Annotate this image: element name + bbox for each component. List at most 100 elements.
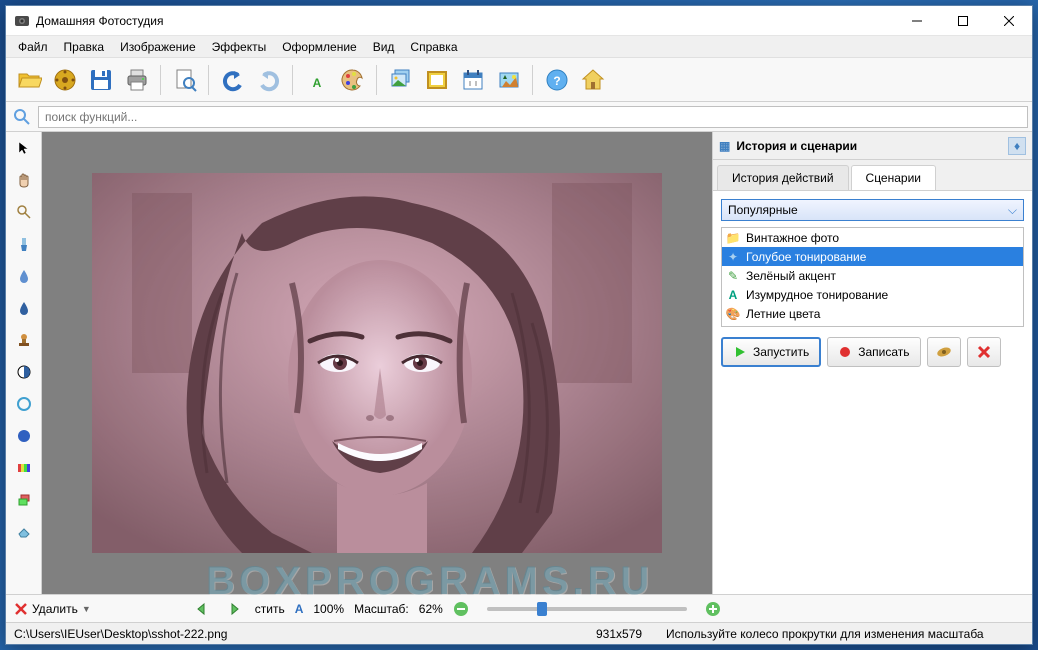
calendar-button[interactable] [456,63,490,97]
canvas-area[interactable] [42,132,712,594]
brush-tool[interactable] [12,232,36,256]
fit-label: стить [255,602,285,616]
folder-icon: 📁 [726,231,740,245]
stamp-tool[interactable] [12,328,36,352]
scale-100[interactable]: 100% [313,602,344,616]
scenario-item[interactable]: ✎Зелёный акцент [722,266,1023,285]
search-input[interactable] [38,106,1028,128]
tab-history[interactable]: История действий [717,165,849,190]
pencil-icon: ✎ [726,269,740,283]
close-button[interactable] [986,6,1032,36]
menu-decoration[interactable]: Оформление [274,38,364,56]
open-folder-button[interactable] [12,63,46,97]
run-button[interactable]: Запустить [721,337,821,367]
frame-button[interactable] [420,63,454,97]
menubar: Файл Правка Изображение Эффекты Оформлен… [6,36,1032,58]
menu-edit[interactable]: Правка [56,38,113,56]
gradient-tool[interactable] [12,456,36,480]
separator [376,65,378,95]
drop-tool[interactable] [12,264,36,288]
palette-button[interactable] [336,63,370,97]
save-button[interactable] [84,63,118,97]
scenario-actions: Запустить Записать [721,337,1024,367]
svg-text:A: A [313,76,322,90]
window-controls [894,6,1032,36]
right-panel: ▦ История и сценарии ♦ История действий … [712,132,1032,594]
panel-tabs: История действий Сценарии [713,160,1032,190]
edit-scenario-button[interactable] [927,337,961,367]
tab-content: Популярные ⌵ 📁Винтажное фото ✦Голубое то… [713,190,1032,594]
circle-tool[interactable] [12,424,36,448]
scenario-list[interactable]: 📁Винтажное фото ✦Голубое тонирование ✎Зе… [721,227,1024,327]
status-dimensions: 931x579 [584,627,654,641]
dropdown-arrow-icon: ▼ [82,604,91,614]
chevron-down-icon: ⌵ [1008,203,1017,218]
delete-scenario-button[interactable] [967,337,1001,367]
batch-button[interactable] [48,63,82,97]
left-toolbar [6,132,42,594]
record-button[interactable]: Записать [827,337,920,367]
redo-button[interactable] [252,63,286,97]
postcard-button[interactable] [492,63,526,97]
scenario-item[interactable]: AИзумрудное тонирование [722,285,1023,304]
layers-tool[interactable] [12,488,36,512]
titlebar-text: Домашняя Фотостудия [36,14,894,28]
help-button[interactable]: ? [540,63,574,97]
zoom-out-icon[interactable] [453,601,469,617]
wand-icon: ✦ [726,250,740,264]
scenario-category-dropdown[interactable]: Популярные ⌵ [721,199,1024,221]
scale-value: 62% [419,602,443,616]
status-path: C:\Users\IEUser\Desktop\sshot-222.png [14,627,584,641]
menu-file[interactable]: Файл [10,38,56,56]
scenario-item[interactable]: 🎨Летние цвета [722,304,1023,323]
menu-view[interactable]: Вид [365,38,403,56]
menu-effects[interactable]: Эффекты [204,38,275,56]
separator [532,65,534,95]
scenario-item[interactable]: 📁Винтажное фото [722,228,1023,247]
home-button[interactable] [576,63,610,97]
letter-a-icon: A [726,288,740,302]
separator [160,65,162,95]
panel-title: История и сценарии [736,139,857,153]
scale-letter[interactable]: А [295,602,304,616]
separator [208,65,210,95]
bottom-toolbar: Удалить ▼ стить А 100% Масштаб: 62% [6,594,1032,622]
zoom-handle[interactable] [537,602,547,616]
statusbar: C:\Users\IEUser\Desktop\sshot-222.png 93… [6,622,1032,644]
text-button[interactable]: A [300,63,334,97]
palette-icon: 🎨 [726,307,740,321]
undo-button[interactable] [216,63,250,97]
app-icon [14,13,30,29]
images-button[interactable] [384,63,418,97]
menu-image[interactable]: Изображение [112,38,204,56]
minimize-button[interactable] [894,6,940,36]
ring-tool[interactable] [12,392,36,416]
searchbar [6,102,1032,132]
hand-tool[interactable] [12,168,36,192]
drop2-tool[interactable] [12,296,36,320]
next-button[interactable] [223,598,245,620]
collapse-button[interactable]: ♦ [1008,137,1026,155]
scenario-item[interactable]: ✦Голубое тонирование [722,247,1023,266]
zoom-in-icon[interactable] [705,601,721,617]
tab-scenarios[interactable]: Сценарии [851,165,936,190]
maximize-button[interactable] [940,6,986,36]
prev-button[interactable] [191,598,213,620]
eraser-tool[interactable] [12,520,36,544]
panel-header: ▦ История и сценарии ♦ [713,132,1032,160]
scale-label: Масштаб: [354,602,409,616]
panel-icon: ▦ [719,139,730,153]
status-hint: Используйте колесо прокрутки для изменен… [654,627,996,641]
contrast-tool[interactable] [12,360,36,384]
preview-button[interactable] [168,63,202,97]
menu-help[interactable]: Справка [402,38,465,56]
print-button[interactable] [120,63,154,97]
delete-button[interactable]: Удалить ▼ [14,602,91,616]
separator [292,65,294,95]
zoom-slider[interactable] [487,607,687,611]
main-toolbar: A ? [6,58,1032,102]
app-window: Домашняя Фотостудия Файл Правка Изображе… [5,5,1033,645]
zoom-tool[interactable] [12,200,36,224]
titlebar: Домашняя Фотостудия [6,6,1032,36]
pointer-tool[interactable] [12,136,36,160]
